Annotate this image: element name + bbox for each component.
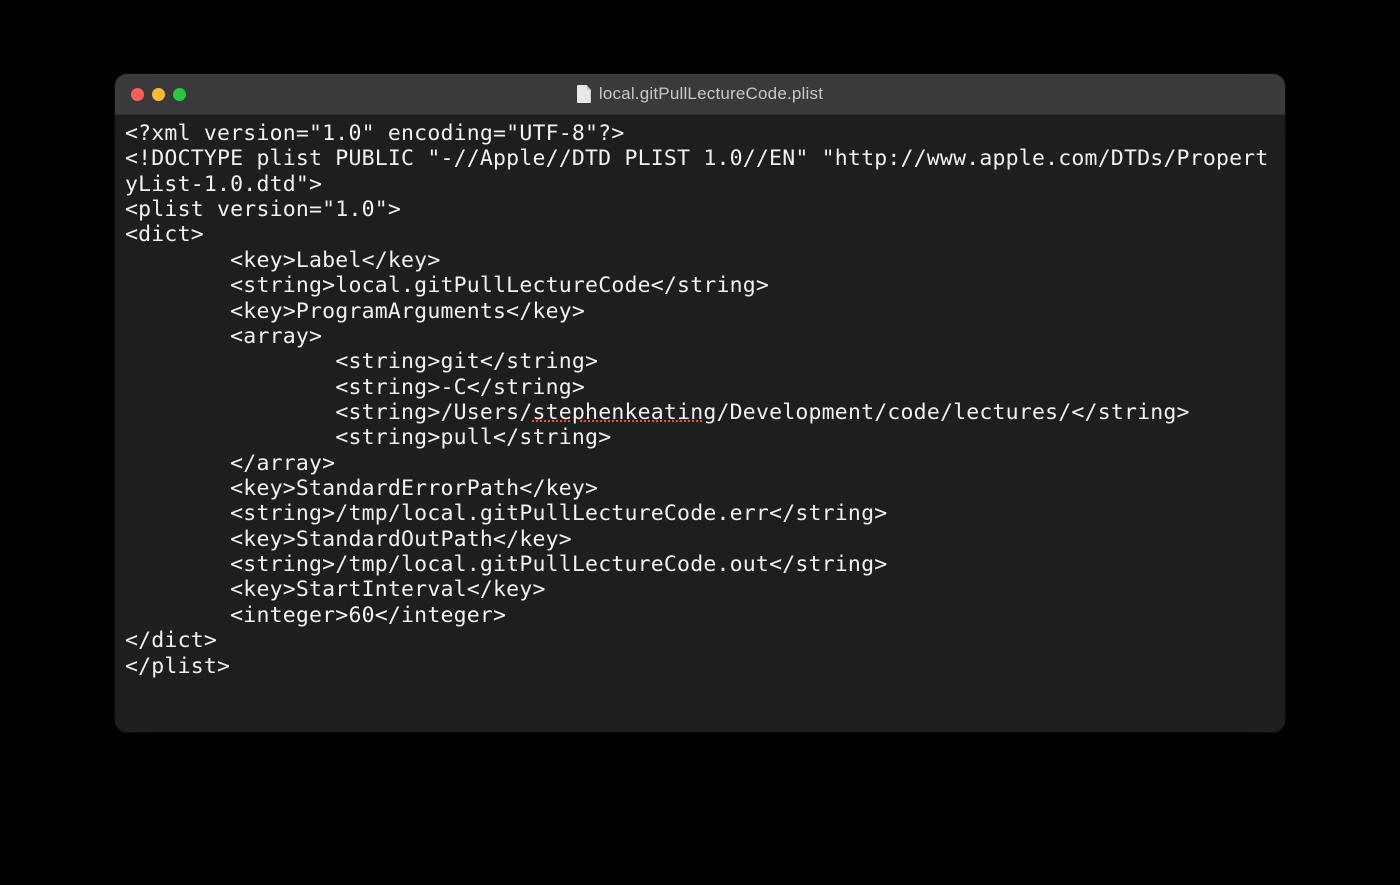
minimize-icon[interactable] — [152, 88, 165, 101]
close-icon[interactable] — [131, 88, 144, 101]
editor-area[interactable]: <?xml version="1.0" encoding="UTF-8"?> <… — [115, 115, 1285, 732]
titlebar[interactable]: local.gitPullLectureCode.plist — [115, 74, 1285, 115]
window-title: local.gitPullLectureCode.plist — [599, 84, 823, 104]
title-center: local.gitPullLectureCode.plist — [115, 84, 1285, 104]
zoom-icon[interactable] — [173, 88, 186, 101]
code-content[interactable]: <?xml version="1.0" encoding="UTF-8"?> <… — [125, 121, 1275, 679]
editor-window: local.gitPullLectureCode.plist <?xml ver… — [115, 74, 1285, 732]
window-controls — [115, 88, 186, 101]
file-icon — [577, 85, 591, 103]
